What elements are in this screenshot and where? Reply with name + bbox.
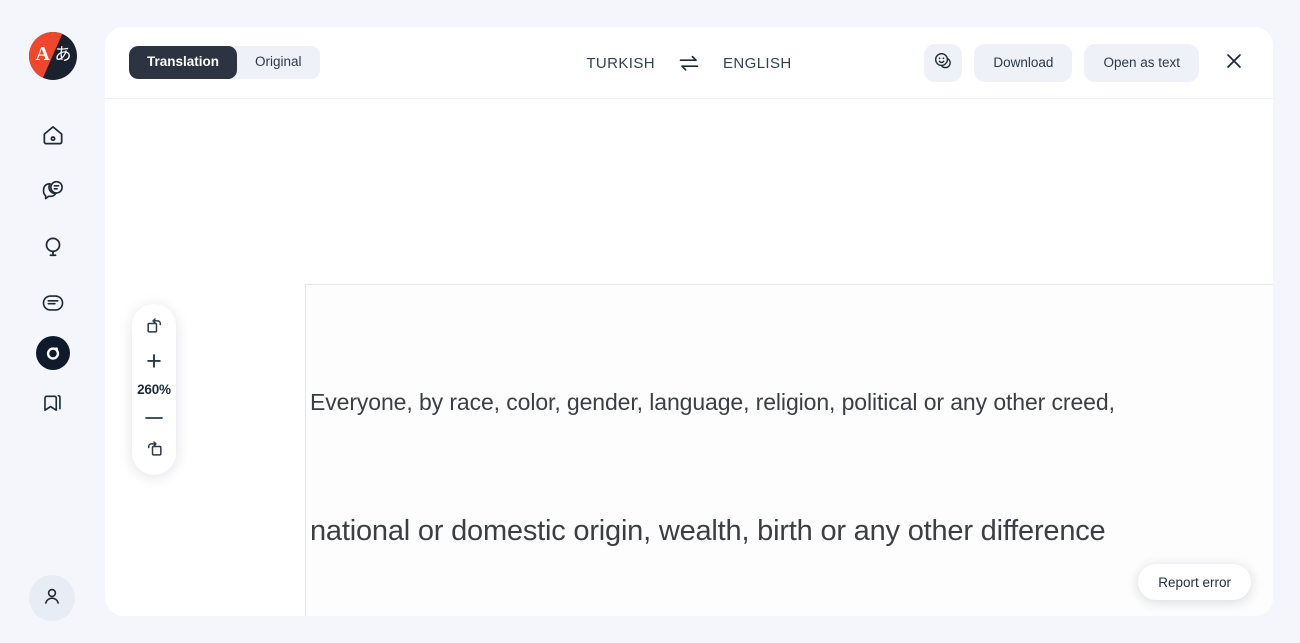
sidebar-item-conversation[interactable] — [30, 168, 76, 214]
rotate-counterclockwise-button[interactable] — [139, 439, 169, 463]
source-language[interactable]: TURKISH — [586, 55, 655, 72]
download-button[interactable]: Download — [974, 43, 1073, 82]
camera-scan-icon — [42, 342, 64, 364]
sidebar-item-saved[interactable] — [30, 380, 76, 426]
rotate-clockwise-button[interactable] — [139, 316, 169, 340]
emoji-feedback-icon — [932, 50, 954, 75]
app-root: A あ Translation Original TURKISH ENGLISH… — [0, 0, 1300, 643]
document-viewer: + 260% Everyone, by race, color, gender,… — [105, 99, 1273, 616]
zoom-out-button[interactable] — [139, 408, 169, 428]
logo-latin-char: A — [35, 43, 50, 65]
feedback-button[interactable] — [924, 43, 963, 82]
main-card: Translation Original TURKISH ENGLISH Dow… — [105, 27, 1273, 616]
sidebar: A あ — [0, 0, 105, 643]
view-mode-toggle: Translation Original — [129, 46, 320, 79]
chat-bubble-icon — [40, 178, 66, 204]
header-actions: Download Open as text — [924, 43, 1253, 82]
header-bar: Translation Original TURKISH ENGLISH Dow… — [105, 27, 1273, 99]
sidebar-nav — [30, 112, 76, 426]
translate-logo[interactable]: A あ — [28, 32, 77, 80]
document-text-icon — [40, 290, 66, 316]
sidebar-item-scan[interactable] — [35, 336, 70, 370]
document-line: Everyone, by race, color, gender, langua… — [310, 389, 1115, 415]
tab-translation[interactable]: Translation — [129, 46, 238, 79]
report-error-button[interactable]: Report error — [1138, 564, 1251, 600]
document-line: national or domestic origin, wealth, bir… — [310, 515, 1106, 547]
lamp-icon — [40, 234, 66, 260]
zoom-in-button[interactable]: + — [139, 348, 169, 375]
user-avatar-icon — [40, 584, 64, 613]
home-icon — [40, 122, 66, 148]
sidebar-item-documents[interactable] — [30, 280, 76, 326]
zoom-control-panel: + 260% — [132, 304, 176, 475]
close-button[interactable] — [1215, 44, 1253, 82]
rotate-clockwise-icon — [145, 316, 164, 340]
tab-original[interactable]: Original — [237, 46, 320, 79]
logo-cjk-char: あ — [54, 45, 72, 65]
zoom-level-label: 260% — [137, 382, 171, 397]
open-as-text-button[interactable]: Open as text — [1084, 43, 1199, 82]
target-language[interactable]: ENGLISH — [723, 55, 792, 72]
user-avatar[interactable] — [29, 575, 75, 621]
close-icon — [1223, 50, 1245, 75]
bookmark-icon — [40, 390, 66, 416]
scanned-document[interactable]: Everyone, by race, color, gender, langua… — [305, 284, 1273, 616]
sidebar-item-home[interactable] — [30, 112, 76, 158]
rotate-counterclockwise-icon — [145, 439, 164, 463]
swap-arrows-icon[interactable] — [677, 53, 701, 73]
sidebar-item-learn[interactable] — [30, 224, 76, 270]
translated-text: Everyone, by race, color, gender, langua… — [306, 285, 1273, 616]
